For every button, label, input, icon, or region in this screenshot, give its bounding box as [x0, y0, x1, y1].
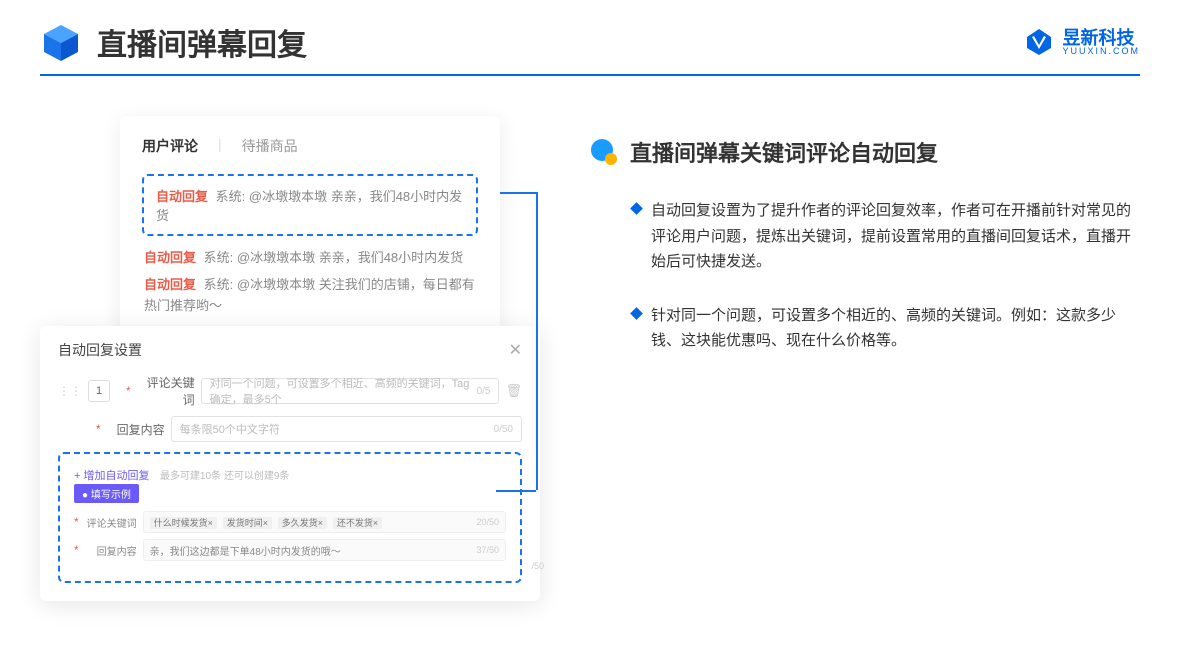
keyword-input[interactable]: 对同一个问题，可设置多个相近、高频的关键词，Tag确定，最多5个 0/5: [201, 378, 500, 404]
header-left: 直播间弹幕回复: [40, 20, 307, 64]
bullet-item: 自动回复设置为了提升作者的评论回复效率，作者可在开播前针对常见的评论用户问题，提…: [632, 198, 1132, 275]
close-icon[interactable]: ✕: [509, 340, 522, 360]
trash-icon[interactable]: 🗑: [505, 383, 522, 399]
slide-header: 直播间弹幕回复 昱新科技 YUUXIN.COM: [0, 0, 1180, 74]
cube-icon: [40, 21, 82, 63]
comment-line: 自动回复 系统: @冰墩墩本墩 亲亲，我们48小时内发货: [142, 248, 478, 269]
rule-number: 1: [88, 380, 110, 402]
add-hint: 最多可建10条 还可以创建9条: [160, 471, 289, 482]
tab-user-comments[interactable]: 用户评论: [142, 136, 198, 156]
example-section: + 增加自动回复 最多可建10条 还可以创建9条 ● 填写示例 * 评论关键词 …: [58, 452, 522, 583]
comment-line: 自动回复 系统: @冰墩墩本墩 关注我们的店铺，每日都有热门推荐哟～: [142, 275, 478, 317]
reply-input[interactable]: 每条限50个中文字符 0/50: [171, 416, 522, 442]
reply-label: 回复内容: [109, 421, 165, 438]
bullet-text: 针对同一个问题，可设置多个相近的、高频的关键词。例如：这款多少钱、这块能优惠吗、…: [651, 303, 1132, 354]
diamond-icon: [630, 202, 643, 215]
left-column: 用户评论 | 待播商品 自动回复 系统: @冰墩墩本墩 亲亲，我们48小时内发货…: [40, 116, 540, 382]
add-reply-link[interactable]: + 增加自动回复: [74, 470, 149, 482]
auto-reply-tag: 自动回复: [156, 189, 208, 204]
highlighted-comment: 自动回复 系统: @冰墩墩本墩 亲亲，我们48小时内发货: [142, 174, 478, 236]
brand-cn: 昱新科技: [1062, 29, 1140, 47]
bullet-text: 自动回复设置为了提升作者的评论回复效率，作者可在开播前针对常见的评论用户问题，提…: [651, 198, 1132, 275]
chip-list: 什么时候发货× 发货时间× 多久发货× 还不发货×: [150, 516, 385, 529]
bullet-item: 针对同一个问题，可设置多个相近的、高频的关键词。例如：这款多少钱、这块能优惠吗、…: [632, 303, 1132, 354]
required-mark: *: [96, 422, 101, 436]
brand-logo: 昱新科技 YUUXIN.COM: [1024, 27, 1140, 57]
drag-handle-icon[interactable]: ⋮⋮: [58, 384, 82, 398]
page-title: 直播间弹幕回复: [97, 20, 307, 64]
connector-line: [500, 192, 536, 194]
right-column: 直播间弹幕关键词评论自动回复 自动回复设置为了提升作者的评论回复效率，作者可在开…: [560, 116, 1140, 382]
section-title: 直播间弹幕关键词评论自动回复: [630, 136, 938, 168]
ex-reply-label: 回复内容: [87, 543, 137, 558]
brand-en: YUUXIN.COM: [1062, 47, 1140, 56]
comments-panel: 用户评论 | 待播商品 自动回复 系统: @冰墩墩本墩 亲亲，我们48小时内发货…: [120, 116, 500, 352]
dialog-title: 自动回复设置: [58, 340, 142, 360]
diamond-icon: [630, 307, 643, 320]
system-label: 系统:: [216, 189, 246, 204]
kw-label: 评论关键词: [139, 374, 195, 408]
connector-line: [496, 490, 536, 492]
comment-tabs: 用户评论 | 待播商品: [142, 136, 478, 156]
chat-bubble-icon: [590, 138, 618, 166]
required-mark: *: [126, 384, 131, 398]
auto-reply-dialog: 自动回复设置 ✕ ⋮⋮ 1 * 评论关键词 对同一个问题，可设置多个相近、高频的…: [40, 326, 540, 601]
tab-pending-goods[interactable]: 待播商品: [242, 136, 298, 156]
example-badge: ● 填写示例: [74, 484, 139, 503]
connector-line: [536, 192, 538, 490]
tab-separator: |: [218, 136, 222, 156]
ex-kw-input[interactable]: 什么时候发货× 发货时间× 多久发货× 还不发货× 20/50: [143, 511, 506, 533]
outer-counter: /50: [531, 561, 544, 571]
ex-kw-label: 评论关键词: [87, 515, 137, 530]
ex-reply-input[interactable]: 亲，我们这边都是下单48小时内发货的哦～ 37/50: [143, 539, 506, 561]
